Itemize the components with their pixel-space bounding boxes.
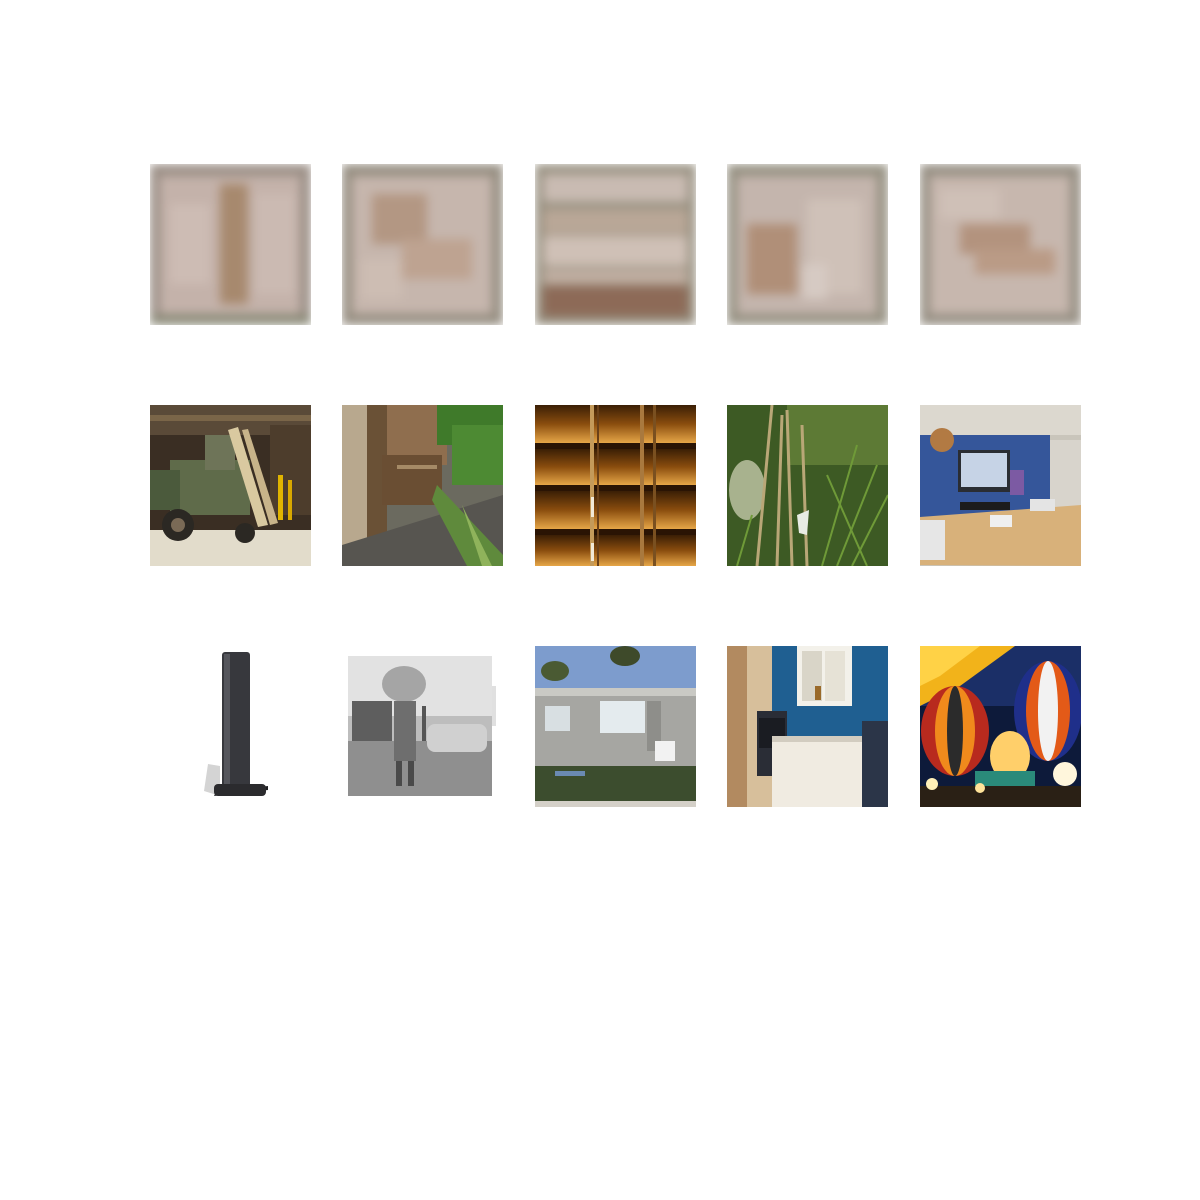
window-blinds-photo [535,405,696,566]
bw-person-carrying-load-photo [342,646,503,807]
blurry-reconstruction-5 [920,164,1081,325]
blurry-reconstruction-4 [727,164,888,325]
bathroom-interior-photo [727,646,888,807]
blurry-reconstruction-1 [150,164,311,325]
mobile-home-photo [535,646,696,807]
tower-speaker-photo [150,646,311,807]
hot-air-balloons-photo [920,646,1081,807]
grass-closeup-photo [727,405,888,566]
blurry-reconstruction-2 [342,164,503,325]
tractor-in-barn-photo [150,405,311,566]
office-desk-computer-photo [920,405,1081,566]
blurry-reconstruction-3 [535,164,696,325]
wooden-post-garden-photo [342,405,503,566]
